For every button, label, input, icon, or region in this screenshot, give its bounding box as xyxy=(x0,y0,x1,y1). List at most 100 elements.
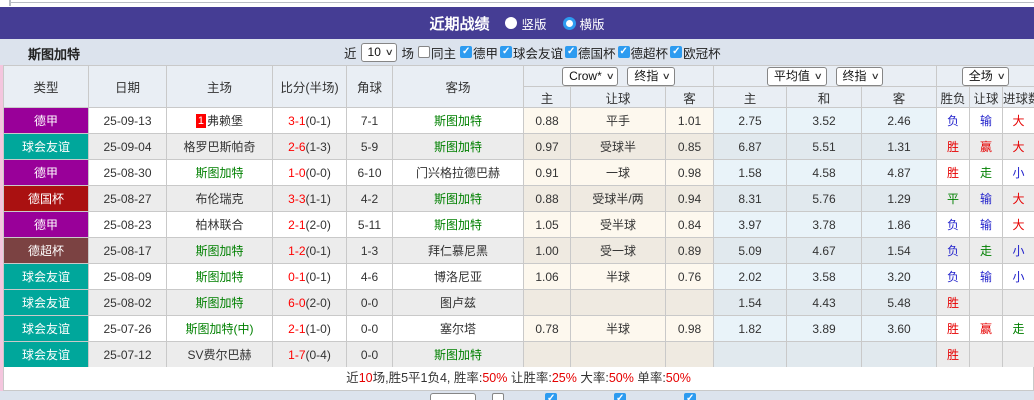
table-row: 德超杯 25-08-17 斯图加特 1-2(0-1) 1-3 拜仁慕尼黑 1.00 受一球 0.… xyxy=(3,237,1034,264)
home-team-name[interactable]: 弗赖堡 xyxy=(207,114,243,128)
home-team-name[interactable]: 斯图加特 xyxy=(195,270,243,284)
bookmaker-select[interactable]: Crow* ∨ xyxy=(562,66,619,86)
away-team-name[interactable]: 博洛尼亚 xyxy=(434,270,482,284)
table-row: 德甲 25-08-23 柏林联合 2-1(2-0) 5-11 斯图加特 1.05 受半球 0.8… xyxy=(3,211,1034,238)
avg-home-odds: 8.31 xyxy=(713,185,788,212)
scope-select[interactable]: 全场 ∨ xyxy=(961,66,1010,86)
radio-icon[interactable] xyxy=(505,17,518,29)
bookmaker-stage-value: 终指 xyxy=(634,68,659,83)
away-team-name[interactable]: 斯图加特 xyxy=(434,140,482,154)
average-stage-select[interactable]: 终指 ∨ xyxy=(835,66,884,86)
view-option-label: 竖版 xyxy=(521,17,547,32)
table-row: 德甲 25-08-30 斯图加特 1-0(0-0) 6-10 门兴格拉德巴赫 0.91 一球 0… xyxy=(3,159,1034,186)
home-team-name[interactable]: 布伦瑞克 xyxy=(195,192,243,206)
corner-cell: 4-2 xyxy=(346,185,393,212)
home-team-name[interactable]: 斯图加特 xyxy=(195,166,243,180)
league-cell: 德甲 xyxy=(3,107,89,134)
table-row: 德甲 25-09-13 1 弗赖堡 3-1(0-1) 7-1 斯图加特 0.88 平手 1.01 2… xyxy=(3,107,1034,134)
away-team-name[interactable]: 斯图加特 xyxy=(434,218,482,232)
goals-result-cell-value: 大 xyxy=(1012,218,1025,232)
home-team-name[interactable]: 斯图加特 xyxy=(195,296,243,310)
halftime-score: (2-0) xyxy=(305,217,331,232)
home-team-name[interactable]: 斯图加特 xyxy=(195,244,243,258)
footer-stat-segment: 单率: xyxy=(633,371,666,385)
same-home-label: 同主 xyxy=(430,46,456,61)
result-cell: 负 xyxy=(936,107,971,134)
checkbox-icon[interactable] xyxy=(545,393,557,400)
fulltime-score: 3-1 xyxy=(288,113,306,128)
avg-away-odds: 5.48 xyxy=(861,289,938,316)
checkbox-checked-icon[interactable] xyxy=(460,46,472,58)
cutoff-select[interactable] xyxy=(430,393,476,400)
away-team-name[interactable]: 拜仁慕尼黑 xyxy=(428,244,488,258)
filter-league[interactable]: 德超杯 xyxy=(617,43,668,62)
away-team-name[interactable]: 斯图加特 xyxy=(434,114,482,128)
handicap-home-odds xyxy=(523,341,571,368)
view-option-label: 横版 xyxy=(579,17,605,32)
home-team-name[interactable]: 斯图加特(中) xyxy=(186,322,254,336)
checkbox-checked-icon[interactable] xyxy=(565,46,578,58)
match-count-select[interactable]: 10 ∨ xyxy=(360,42,398,62)
handicap-result-cell-value: 输 xyxy=(980,270,993,284)
avg-home-odds: 1.54 xyxy=(713,289,788,316)
fulltime-score: 1-7 xyxy=(288,347,306,362)
checkbox-checked-icon[interactable] xyxy=(670,46,683,58)
away-team-name[interactable]: 门兴格拉德巴赫 xyxy=(416,166,500,180)
chevron-down-icon: ∨ xyxy=(605,70,615,81)
halftime-score: (2-0) xyxy=(305,295,331,310)
checkbox-checked-icon[interactable] xyxy=(617,46,630,58)
result-cell: 胜 xyxy=(936,289,971,316)
home-team-name[interactable]: 格罗巴斯帕奇 xyxy=(183,140,255,154)
home-team-name[interactable]: 柏林联合 xyxy=(195,218,243,232)
away-cell: 图卢兹 xyxy=(392,289,524,316)
result-cell: 胜 xyxy=(936,341,971,368)
avg-home-odds: 2.75 xyxy=(713,107,788,134)
home-cell: 1 弗赖堡 xyxy=(166,107,273,134)
avg-away-odds: 1.29 xyxy=(861,185,938,212)
title-bar: 近期战绩 竖版 横版 xyxy=(0,7,1034,39)
away-team-name[interactable]: 图卢兹 xyxy=(440,296,476,310)
avg-draw-odds: 5.51 xyxy=(786,133,863,160)
checkbox-icon[interactable] xyxy=(417,46,430,58)
away-team-name[interactable]: 塞尔塔 xyxy=(440,322,476,336)
avg-home-odds: 1.82 xyxy=(713,315,788,342)
bookmaker-stage-select[interactable]: 终指 ∨ xyxy=(627,66,675,86)
view-option-horizontal[interactable]: 横版 xyxy=(562,14,605,33)
recent-results-widget: 近期战绩 竖版 横版 斯图加特 近 10 ∨ 场 同主 德甲球会友谊德国杯德超杯… xyxy=(0,0,1034,400)
filter-same-home[interactable]: 同主 xyxy=(417,43,456,62)
result-cell-value: 胜 xyxy=(947,166,960,180)
radio-selected-icon[interactable] xyxy=(562,16,576,30)
filter-league[interactable]: 欧冠杯 xyxy=(670,43,721,62)
view-option-vertical[interactable]: 竖版 xyxy=(505,14,547,33)
filter-league[interactable]: 球会友谊 xyxy=(500,43,563,62)
home-cell: SV费尔巴赫 xyxy=(166,341,273,368)
sub-header-result: 胜负 xyxy=(936,86,971,108)
checkbox-icon[interactable] xyxy=(684,393,696,400)
table-header: 类型 日期 主场 比分(半场) 角球 客场 Crow* ∨ 终指 ∨ 平均值 ∨… xyxy=(3,65,1034,108)
checkbox-icon[interactable] xyxy=(492,393,504,400)
filter-league[interactable]: 德甲 xyxy=(460,43,498,62)
away-team-name[interactable]: 斯图加特 xyxy=(434,192,482,206)
avg-home-odds: 5.09 xyxy=(713,237,788,264)
away-team-name[interactable]: 斯图加特 xyxy=(434,348,482,362)
corner-cell: 5-9 xyxy=(346,133,393,160)
handicap-line xyxy=(570,289,666,316)
filter-league[interactable]: 德国杯 xyxy=(565,43,616,62)
home-cell: 斯图加特 xyxy=(166,263,273,290)
score-cell: 2-6(1-3) xyxy=(272,133,347,160)
sub-header-handicap-result: 让球 xyxy=(969,86,1004,108)
goals-result-cell-value: 走 xyxy=(1012,322,1025,336)
league-cell: 球会友谊 xyxy=(3,133,89,160)
away-cell: 斯图加特 xyxy=(392,185,524,212)
checkbox-checked-icon[interactable] xyxy=(500,46,513,58)
avg-home-odds: 2.02 xyxy=(713,263,788,290)
table-row: 球会友谊 25-07-12 SV费尔巴赫 1-7(0-4) 0-0 斯图加特胜 xyxy=(3,341,1034,368)
average-select[interactable]: 平均值 ∨ xyxy=(766,66,827,86)
handicap-odds-group-header: Crow* ∨ 终指 ∨ xyxy=(522,65,715,87)
fulltime-score: 2-1 xyxy=(288,321,306,336)
checkbox-icon[interactable] xyxy=(614,393,626,400)
footer-stat-segment: 10 xyxy=(358,371,373,385)
home-team-name[interactable]: SV费尔巴赫 xyxy=(187,348,251,362)
handicap-line: 受半球 xyxy=(570,211,666,238)
summary-footer: 近10场,胜5平1负4, 胜率:50% 让胜率:25% 大率:50% 单率:50… xyxy=(3,367,1034,391)
